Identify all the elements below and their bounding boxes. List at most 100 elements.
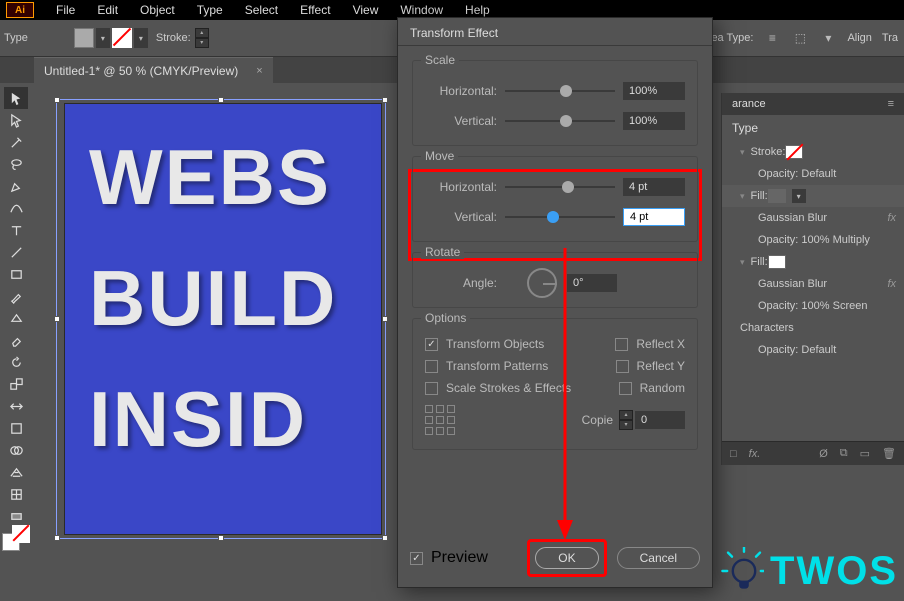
menu-effect[interactable]: Effect: [290, 3, 340, 17]
opacity-screen-row[interactable]: Opacity: 100% Screen: [722, 295, 904, 317]
menu-select[interactable]: Select: [235, 3, 288, 17]
ok-button[interactable]: OK: [535, 547, 598, 569]
area-type-icon[interactable]: ≡: [763, 29, 781, 47]
menu-view[interactable]: View: [343, 3, 389, 17]
magic-wand-tool[interactable]: [4, 131, 28, 153]
transform-dropdown-icon[interactable]: ▾: [819, 29, 837, 47]
reference-point-selector[interactable]: [425, 405, 455, 435]
menu-window[interactable]: Window: [390, 3, 453, 17]
menu-type[interactable]: Type: [187, 3, 233, 17]
move-v-input[interactable]: [623, 208, 685, 226]
rule-icon[interactable]: □: [730, 448, 737, 460]
characters-opacity-row[interactable]: Opacity: Default: [722, 339, 904, 361]
scale-h-input[interactable]: [623, 82, 685, 100]
opacity-multiply-row[interactable]: Opacity: 100% Multiply: [722, 229, 904, 251]
type-tool[interactable]: [4, 219, 28, 241]
stroke-dropdown[interactable]: ▾: [134, 28, 148, 48]
copies-input[interactable]: [635, 411, 685, 429]
document-tab[interactable]: Untitled-1* @ 50 % (CMYK/Preview) ×: [34, 57, 273, 83]
selection-bounding-box[interactable]: [56, 99, 386, 539]
handle-bot-mid[interactable]: [218, 535, 224, 541]
rotate-tool[interactable]: [4, 351, 28, 373]
fx-icon[interactable]: fx: [887, 212, 896, 224]
align-label[interactable]: Align: [847, 32, 871, 44]
random-checkbox[interactable]: [619, 382, 632, 395]
appearance-fill-row-1[interactable]: ▾ Fill: ▾: [722, 185, 904, 207]
twirl-icon[interactable]: ▾: [740, 257, 745, 268]
preview-checkbox[interactable]: [410, 552, 423, 565]
transform-patterns-checkbox[interactable]: [425, 360, 438, 373]
new-fill-icon[interactable]: ⧉: [840, 447, 848, 460]
scale-h-slider[interactable]: [505, 83, 615, 99]
gaussian-blur-row-2[interactable]: Gaussian Blur fx: [722, 273, 904, 295]
rotate-angle-dial[interactable]: [527, 268, 557, 298]
fx-add-icon[interactable]: fx.: [749, 448, 761, 460]
delete-icon[interactable]: 🗑: [882, 447, 896, 460]
perspective-grid-tool[interactable]: [4, 461, 28, 483]
handle-top-right[interactable]: [382, 97, 388, 103]
rectangle-tool[interactable]: [4, 263, 28, 285]
shaper-tool[interactable]: [4, 307, 28, 329]
lasso-tool[interactable]: [4, 153, 28, 175]
handle-top-left[interactable]: [54, 97, 60, 103]
rotate-angle-input[interactable]: [567, 274, 617, 292]
transform-label-cut[interactable]: Tra: [882, 32, 898, 44]
appearance-fill-row-2[interactable]: ▾ Fill:: [722, 251, 904, 273]
handle-mid-right[interactable]: [382, 316, 388, 322]
new-item-icon[interactable]: ▭: [860, 447, 870, 460]
handle-mid-left[interactable]: [54, 316, 60, 322]
opacity-label: Opacity:: [758, 168, 798, 180]
move-v-slider[interactable]: [505, 209, 615, 225]
eraser-tool[interactable]: [4, 329, 28, 351]
stroke-weight-stepper[interactable]: ▴▾: [195, 28, 209, 48]
handle-bot-right[interactable]: [382, 535, 388, 541]
gaussian-blur-row-1[interactable]: Gaussian Blur fx: [722, 207, 904, 229]
transform-objects-checkbox[interactable]: [425, 338, 438, 351]
line-tool[interactable]: [4, 241, 28, 263]
fill-dropdown[interactable]: ▾: [96, 28, 110, 48]
scale-strokes-checkbox[interactable]: [425, 382, 438, 395]
twirl-icon[interactable]: ▾: [740, 191, 745, 202]
characters-row[interactable]: Characters: [722, 317, 904, 339]
canvas-area[interactable]: WEBS BUILD INSID: [54, 93, 392, 543]
direct-selection-tool[interactable]: [4, 109, 28, 131]
gradient-tool[interactable]: [4, 505, 28, 527]
free-transform-tool[interactable]: [4, 417, 28, 439]
scale-v-input[interactable]: [623, 112, 685, 130]
appearance-panel-title: arance≡: [722, 93, 904, 115]
reflect-x-checkbox[interactable]: [615, 338, 628, 351]
menu-file[interactable]: File: [46, 3, 85, 17]
clear-appearance-icon[interactable]: Ø: [819, 448, 828, 460]
move-h-input[interactable]: [623, 178, 685, 196]
selection-tool[interactable]: [4, 87, 28, 109]
curvature-tool[interactable]: [4, 197, 28, 219]
transform-icon[interactable]: ⬚: [791, 29, 809, 47]
reflect-y-checkbox[interactable]: [616, 360, 629, 373]
width-tool[interactable]: [4, 395, 28, 417]
close-tab-icon[interactable]: ×: [256, 65, 262, 77]
scale-v-slider[interactable]: [505, 113, 615, 129]
appearance-stroke-row[interactable]: ▾ Stroke:: [722, 141, 904, 163]
panel-menu-icon[interactable]: ≡: [888, 98, 894, 110]
menu-help[interactable]: Help: [455, 3, 500, 17]
fill-swatch-dropdown[interactable]: ▾: [792, 189, 806, 203]
move-h-slider[interactable]: [505, 179, 615, 195]
stroke-indicator[interactable]: [12, 525, 30, 543]
scale-tool[interactable]: [4, 373, 28, 395]
fx-icon[interactable]: fx: [887, 278, 896, 290]
twirl-icon[interactable]: ▾: [740, 147, 745, 158]
handle-bot-left[interactable]: [54, 535, 60, 541]
pen-tool[interactable]: [4, 175, 28, 197]
paintbrush-tool[interactable]: [4, 285, 28, 307]
shape-builder-tool[interactable]: [4, 439, 28, 461]
stroke-swatch[interactable]: [112, 28, 132, 48]
mesh-tool[interactable]: [4, 483, 28, 505]
handle-top-mid[interactable]: [218, 97, 224, 103]
fill-swatch[interactable]: [74, 28, 94, 48]
menu-object[interactable]: Object: [130, 3, 185, 17]
fill-stroke-indicator[interactable]: [2, 533, 30, 561]
stroke-opacity-row[interactable]: Opacity: Default: [722, 163, 904, 185]
cancel-button[interactable]: Cancel: [617, 547, 700, 569]
menu-edit[interactable]: Edit: [87, 3, 128, 17]
copies-stepper[interactable]: ▴▾: [619, 410, 633, 430]
